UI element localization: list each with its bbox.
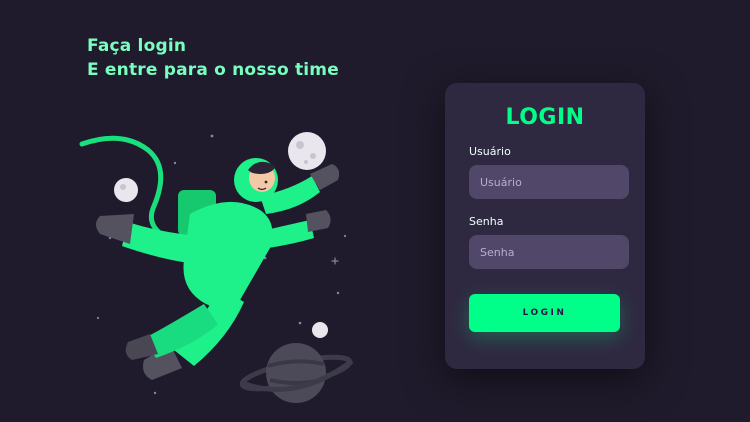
password-label: Senha	[469, 215, 504, 228]
login-page: Faça login E entre para o nosso time LOG…	[0, 0, 750, 422]
login-button[interactable]: LOGIN	[469, 294, 620, 332]
username-input[interactable]	[469, 165, 629, 199]
login-title: LOGIN	[505, 105, 585, 130]
headline-line-2: E entre para o nosso time	[87, 60, 339, 80]
username-label: Usuário	[469, 145, 511, 158]
astronaut-illustration-icon	[79, 132, 354, 403]
password-input[interactable]	[469, 235, 629, 269]
login-card: LOGIN Usuário Senha LOGIN	[445, 83, 645, 369]
headline: Faça login E entre para o nosso time	[87, 34, 339, 82]
hero-section: Faça login E entre para o nosso time	[0, 0, 430, 422]
headline-line-1: Faça login	[87, 36, 187, 56]
